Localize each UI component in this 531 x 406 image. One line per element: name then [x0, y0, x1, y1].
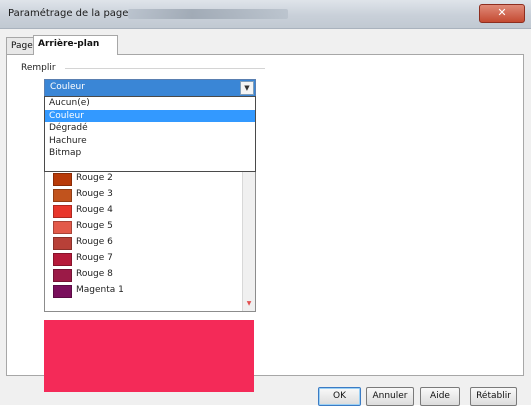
color-item[interactable]: Rouge 8	[47, 267, 237, 283]
color-item[interactable]: Rouge 7	[47, 251, 237, 267]
group-divider	[65, 68, 265, 69]
fill-option-bitmap[interactable]: Bitmap	[45, 147, 255, 160]
fill-option-gradient[interactable]: Dégradé	[45, 122, 255, 135]
color-name: Rouge 3	[76, 189, 113, 199]
color-item[interactable]: Rouge 4	[47, 203, 237, 219]
color-item[interactable]: Rouge 6	[47, 235, 237, 251]
title-bar-blur	[128, 9, 288, 19]
color-list-scrollbar[interactable]: ▼	[242, 171, 255, 311]
color-swatch	[53, 221, 72, 234]
tab-page-label: Page	[11, 41, 33, 51]
close-icon: ✕	[497, 6, 507, 19]
chevron-down-icon[interactable]: ▼	[240, 81, 254, 95]
reset-button[interactable]: Rétablir	[470, 387, 517, 406]
color-name: Rouge 7	[76, 253, 113, 263]
color-name: Rouge 6	[76, 237, 113, 247]
title-bar: Paramétrage de la page ✕	[0, 0, 531, 29]
color-swatch	[53, 269, 72, 282]
color-swatch	[53, 253, 72, 266]
tab-arriere-plan[interactable]: Arrière-plan	[33, 35, 118, 55]
fill-group-label: Remplir	[21, 63, 56, 73]
color-name: Rouge 2	[76, 173, 113, 183]
fill-type-dropdown[interactable]: Couleur ▼	[44, 79, 256, 97]
fill-option-none[interactable]: Aucun(e)	[45, 97, 255, 110]
color-list[interactable]: Rouge 2 Rouge 3 Rouge 4 Rouge 5 Rouge 6 …	[44, 170, 256, 312]
tab-panel: Remplir Couleur ▼ Aucun(e) Couleur Dégra…	[6, 54, 524, 392]
color-swatch	[53, 173, 72, 186]
color-item[interactable]: Magenta 1	[47, 283, 237, 299]
fill-option-color[interactable]: Couleur	[45, 109, 255, 122]
dialog-body: Page Arrière-plan Remplir Couleur ▼ Aucu…	[0, 29, 531, 406]
help-button[interactable]: Aide	[420, 387, 460, 406]
scroll-down-icon[interactable]: ▼	[243, 298, 255, 310]
color-item[interactable]: Rouge 5	[47, 219, 237, 235]
cancel-button[interactable]: Annuler	[366, 387, 414, 406]
color-swatch	[53, 205, 72, 218]
window-title: Paramétrage de la page	[8, 8, 129, 19]
fill-option-hatching[interactable]: Hachure	[45, 135, 255, 148]
color-swatch	[53, 189, 72, 202]
fill-type-options: Aucun(e) Couleur Dégradé Hachure Bitmap	[44, 96, 256, 172]
tab-arriere-plan-label: Arrière-plan	[38, 39, 100, 49]
close-button[interactable]: ✕	[479, 4, 525, 23]
color-item[interactable]: Rouge 3	[47, 187, 237, 203]
ok-button[interactable]: OK	[318, 387, 361, 406]
color-item[interactable]: Rouge 2	[47, 171, 237, 187]
color-name: Rouge 8	[76, 269, 113, 279]
color-preview	[44, 320, 254, 392]
color-swatch	[53, 285, 72, 298]
fill-type-value: Couleur	[50, 82, 85, 92]
color-name: Magenta 1	[76, 285, 124, 295]
color-name: Rouge 4	[76, 205, 113, 215]
color-swatch	[53, 237, 72, 250]
color-name: Rouge 5	[76, 221, 113, 231]
